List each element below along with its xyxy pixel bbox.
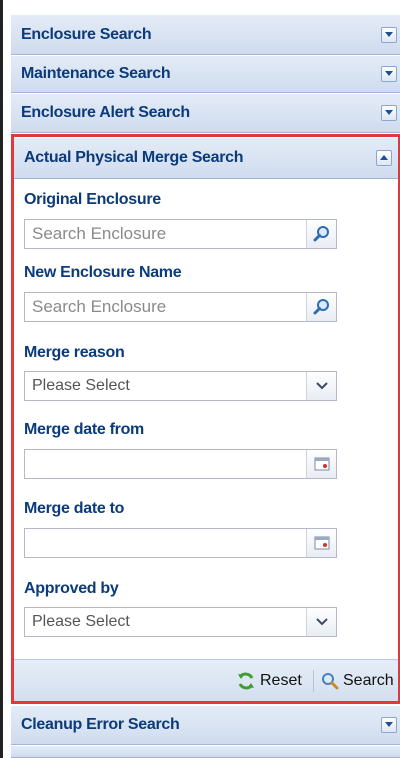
actual-physical-merge-search-panel: Actual Physical Merge Search Original En… <box>11 134 400 704</box>
search-label: Search <box>343 671 394 689</box>
expand-toggle-button[interactable] <box>381 26 397 43</box>
search-icon <box>313 299 329 315</box>
new-enclosure-name-placeholder: Search Enclosure <box>32 297 167 316</box>
original-enclosure-input[interactable]: Search Enclosure <box>24 219 337 249</box>
chevron-down-icon <box>385 722 393 727</box>
merge-date-to-calendar-trigger[interactable] <box>306 529 336 557</box>
search-icon <box>313 226 329 242</box>
approved-by-label: Approved by <box>24 580 119 597</box>
expand-toggle-button[interactable] <box>381 717 397 733</box>
merge-reason-select[interactable]: Please Select <box>24 371 337 401</box>
panel-header-next <box>11 745 400 758</box>
merge-reason-dropdown-trigger[interactable] <box>306 372 336 400</box>
merge-reason-value: Please Select <box>32 377 130 394</box>
chevron-down-icon <box>385 31 393 37</box>
calendar-icon <box>314 536 329 550</box>
panel-title: Maintenance Search <box>21 65 171 82</box>
search-button[interactable]: Search <box>321 672 394 690</box>
reset-label: Reset <box>260 671 302 689</box>
search-icon <box>322 672 339 689</box>
merge-date-to-input[interactable] <box>24 528 337 558</box>
merge-date-from-calendar-trigger[interactable] <box>306 450 336 478</box>
original-enclosure-placeholder: Search Enclosure <box>32 224 167 243</box>
panel-header-enclosure-search[interactable]: Enclosure Search <box>11 14 400 55</box>
new-enclosure-name-label: New Enclosure Name <box>24 264 182 281</box>
panel-header-cleanup-error-search[interactable]: Cleanup Error Search <box>11 705 400 745</box>
panel-title: Enclosure Search <box>21 25 152 43</box>
panel-title: Enclosure Alert Search <box>21 104 190 121</box>
panel-header-actual-physical-merge-search[interactable]: Actual Physical Merge Search <box>14 137 398 179</box>
merge-date-to-label: Merge date to <box>24 500 125 517</box>
new-enclosure-name-input[interactable]: Search Enclosure <box>24 292 337 322</box>
panel-header-enclosure-alert-search[interactable]: Enclosure Alert Search <box>11 93 400 133</box>
panel-header-maintenance-search[interactable]: Maintenance Search <box>11 55 400 93</box>
chevron-down-icon <box>315 618 328 626</box>
new-enclosure-name-search-trigger[interactable] <box>306 293 336 321</box>
expand-toggle-button[interactable] <box>381 105 397 121</box>
reset-button[interactable]: Reset <box>236 671 302 691</box>
chevron-down-icon <box>315 382 328 390</box>
approved-by-dropdown-trigger[interactable] <box>306 608 336 636</box>
collapse-toggle-button[interactable] <box>376 150 392 166</box>
approved-by-value: Please Select <box>32 613 130 630</box>
panel-footer-toolbar: Reset Search <box>14 659 398 701</box>
panel-title: Cleanup Error Search <box>21 716 180 733</box>
calendar-icon <box>314 457 329 471</box>
original-enclosure-search-trigger[interactable] <box>306 220 336 248</box>
expand-toggle-button[interactable] <box>381 66 397 82</box>
merge-reason-label: Merge reason <box>24 344 125 361</box>
refresh-icon <box>238 672 254 689</box>
chevron-down-icon <box>385 110 393 115</box>
search-accordion: Enclosure Search Maintenance Search Encl… <box>0 0 400 758</box>
approved-by-select[interactable]: Please Select <box>24 607 337 637</box>
chevron-down-icon <box>385 71 393 76</box>
panel-title: Actual Physical Merge Search <box>24 149 244 166</box>
toolbar-separator <box>313 670 314 692</box>
merge-date-from-input[interactable] <box>24 449 337 479</box>
merge-date-from-label: Merge date from <box>24 421 144 438</box>
original-enclosure-label: Original Enclosure <box>24 191 161 208</box>
chevron-up-icon <box>380 155 388 160</box>
